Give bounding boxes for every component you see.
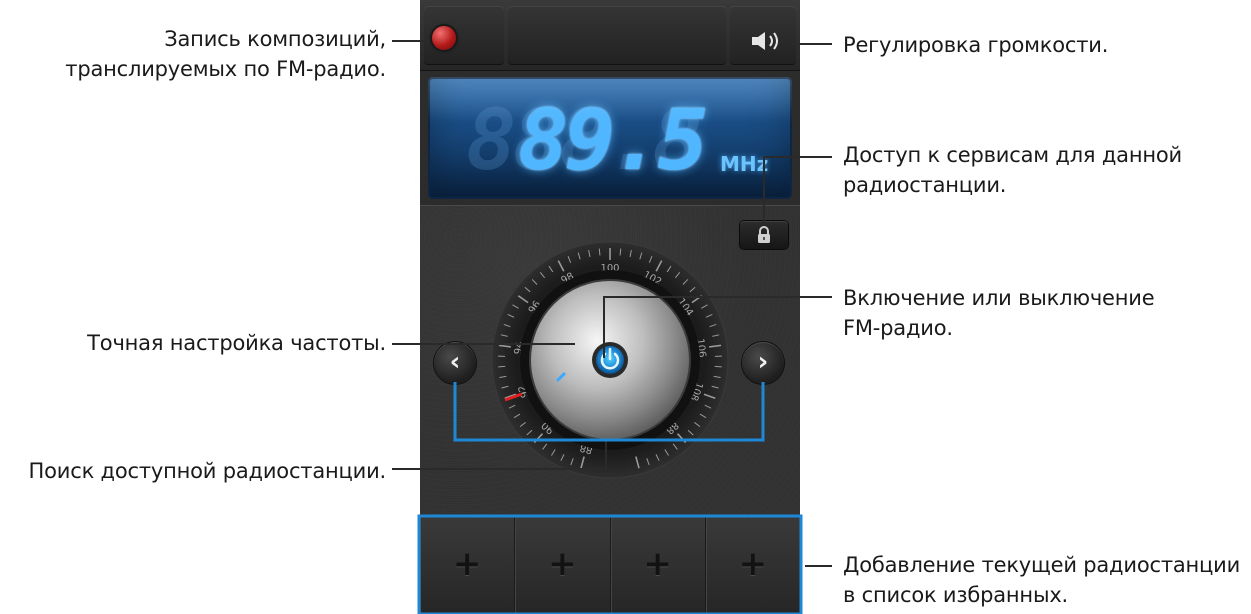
frequency-unit: MHz xyxy=(720,152,769,176)
callout-services: Доступ к сервисам для данной радиостанци… xyxy=(843,140,1182,200)
callout-favorites-line1: Добавление текущей радиостанции xyxy=(843,553,1241,577)
chevron-right-icon: › xyxy=(757,347,769,377)
volume-button[interactable] xyxy=(750,30,784,52)
callout-volume: Регулировка громкости. xyxy=(843,30,1108,60)
callout-power: Включение или выключение FM-радио. xyxy=(843,283,1155,343)
callout-search: Поиск доступной радиостанции. xyxy=(28,456,387,486)
callout-favorites: Добавление текущей радиостанции в список… xyxy=(843,550,1240,610)
callout-power-line2: FM-радио. xyxy=(843,316,953,340)
callout-record-line2: транслируемых по FM-радио. xyxy=(65,57,386,81)
callout-power-line1: Включение или выключение xyxy=(843,286,1155,310)
power-button[interactable] xyxy=(592,342,628,378)
frequency-display: 888.8 89.5 MHz xyxy=(428,77,792,199)
callout-services-line1: Доступ к сервисам для данной xyxy=(843,143,1182,167)
favorite-slot-4[interactable]: + xyxy=(706,515,800,614)
seek-next-button[interactable]: › xyxy=(742,342,784,384)
callout-record-line1: Запись композиций, xyxy=(164,27,386,51)
callout-favorites-line2: в список избранных. xyxy=(843,583,1069,607)
seek-prev-button[interactable]: ‹ xyxy=(434,342,476,384)
dial-minor-tick xyxy=(619,248,622,256)
favorite-slot-1[interactable]: + xyxy=(420,515,516,614)
speaker-icon xyxy=(752,32,778,50)
fm-radio-screen: 888.8 89.5 MHz 88 90 92 94 96 98 100 102… xyxy=(420,0,800,614)
chevron-left-icon: ‹ xyxy=(449,347,461,377)
callout-search-line1: Поиск доступной радиостанции. xyxy=(28,459,387,483)
tuning-dial[interactable]: 88909294969810010210410610888 xyxy=(460,220,760,480)
callout-record: Запись композиций, транслируемых по FM-р… xyxy=(65,24,386,84)
callout-services-line2: радиостанции. xyxy=(843,173,1007,197)
dial-minor-tick xyxy=(598,248,601,256)
favorite-slot-2[interactable]: + xyxy=(515,515,611,614)
frequency-value: 89.5 xyxy=(518,91,708,189)
favorite-slot-3[interactable]: + xyxy=(611,515,706,614)
callout-volume-line1: Регулировка громкости. xyxy=(843,33,1109,57)
callout-fine-tune: Точная настройка частоты. xyxy=(87,328,386,358)
record-button[interactable] xyxy=(432,26,456,50)
favorites-bar: + + + + xyxy=(420,515,800,614)
topbar-middle-segment xyxy=(508,6,726,64)
callout-fine-tune-line1: Точная настройка частоты. xyxy=(87,331,386,355)
top-bar xyxy=(420,0,800,71)
